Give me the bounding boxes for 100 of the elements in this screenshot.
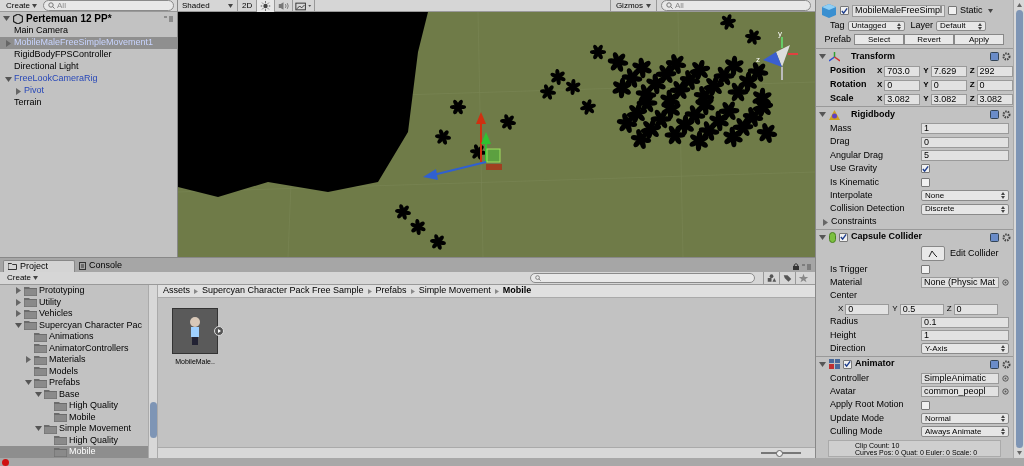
gizmos-dropdown[interactable]: Gizmos xyxy=(609,0,657,12)
triangle-down-icon[interactable] xyxy=(819,111,826,118)
hierarchy-item[interactable]: Main Camera xyxy=(0,25,177,37)
triangle-down-icon[interactable] xyxy=(15,321,22,329)
text-field[interactable]: 3.082 xyxy=(884,93,921,105)
scene-view-drawing[interactable]: y z xyxy=(178,12,815,257)
folder-item[interactable]: Prototyping xyxy=(0,285,148,297)
text-field[interactable]: 7.629 xyxy=(930,65,967,77)
dropdown[interactable]: Normal xyxy=(921,413,1009,425)
triangle-down-icon[interactable] xyxy=(819,360,826,368)
settings-icon[interactable] xyxy=(1002,359,1011,369)
triangle-down-icon[interactable] xyxy=(35,390,42,398)
scroll-down-arrow-icon[interactable] xyxy=(1016,451,1022,455)
scrollbar[interactable] xyxy=(148,285,158,458)
breadcrumb-link[interactable]: Mobile xyxy=(502,285,532,298)
text-field[interactable]: 0.5 xyxy=(899,303,944,315)
text-field[interactable]: 292 xyxy=(976,65,1013,77)
text-field[interactable]: 0 xyxy=(845,303,890,315)
layer-dropdown[interactable]: Default xyxy=(936,21,987,31)
folder-item[interactable]: Base xyxy=(0,388,148,400)
text-field[interactable]: 0 xyxy=(976,79,1013,91)
breadcrumb-link[interactable]: Assets xyxy=(163,285,190,298)
checkbox[interactable] xyxy=(921,400,930,410)
panel-tab[interactable]: Project xyxy=(3,260,75,272)
play-icon[interactable] xyxy=(214,326,224,336)
zoom-slider[interactable] xyxy=(761,449,801,457)
breadcrumb-link[interactable]: Prefabs xyxy=(375,285,407,298)
static-checkbox[interactable] xyxy=(948,6,957,15)
object-field[interactable]: SimpleAnimatic xyxy=(921,372,999,384)
hierarchy-item[interactable]: Terrain xyxy=(0,97,177,109)
settings-icon[interactable] xyxy=(1002,52,1011,61)
create-dropdown[interactable]: Create xyxy=(4,273,41,283)
text-field[interactable]: 0 xyxy=(953,303,998,315)
slider-thumb[interactable] xyxy=(775,449,783,457)
triangle-right-icon[interactable] xyxy=(822,218,829,226)
enable-checkbox[interactable] xyxy=(843,359,852,369)
object-picker-icon[interactable] xyxy=(1002,279,1009,287)
triangle-down-icon[interactable] xyxy=(819,53,826,60)
hierarchy-item[interactable]: FreeLookCameraRig xyxy=(0,73,177,85)
scrollbar[interactable] xyxy=(1013,0,1024,458)
sun-icon[interactable] xyxy=(257,0,276,12)
text-field[interactable]: 0 xyxy=(930,79,967,91)
checkbox[interactable] xyxy=(921,164,930,174)
breadcrumb-link[interactable]: Supercyan Character Pack Free Sample xyxy=(202,285,364,298)
text-field[interactable]: 5 xyxy=(921,149,1009,161)
folder-item[interactable]: AnimatorControllers xyxy=(0,342,148,354)
checkbox[interactable] xyxy=(921,264,930,274)
text-field[interactable]: 0 xyxy=(884,79,921,91)
scroll-up-arrow-icon[interactable] xyxy=(1016,3,1022,7)
object-field[interactable]: None (Physic Mat xyxy=(921,277,999,289)
folder-item[interactable]: Simple Movement xyxy=(0,423,148,435)
scene-name[interactable]: Pertemuan 12 PP* xyxy=(26,11,112,26)
dropdown[interactable]: Always Animate xyxy=(921,426,1009,438)
settings-icon[interactable] xyxy=(1002,232,1011,242)
triangle-down-icon[interactable] xyxy=(35,425,42,433)
name-field[interactable]: MobileMaleFreeSimpl xyxy=(852,4,945,17)
dropdown[interactable]: Discrete xyxy=(921,203,1009,215)
text-field[interactable]: 1 xyxy=(921,123,1009,135)
checkbox[interactable] xyxy=(921,177,930,187)
prefab-button[interactable]: Select xyxy=(854,34,904,45)
triangle-right-icon[interactable] xyxy=(15,87,22,95)
image-icon[interactable] xyxy=(293,0,316,12)
folder-item[interactable]: High Quality xyxy=(0,400,148,412)
dropdown[interactable]: Y-Axis xyxy=(921,343,1009,355)
triangle-down-icon[interactable] xyxy=(5,75,12,83)
folder-item[interactable]: Utility xyxy=(0,296,148,308)
text-field[interactable]: 1 xyxy=(921,330,1009,342)
hierarchy-item[interactable]: RigidBodyFPSController xyxy=(0,49,177,61)
text-field[interactable]: 3.082 xyxy=(930,93,967,105)
folder-item[interactable]: Mobile xyxy=(0,411,148,423)
triangle-down-icon[interactable] xyxy=(3,15,10,22)
triangle-down-icon[interactable] xyxy=(819,233,826,241)
star-icon[interactable] xyxy=(795,272,811,284)
object-field[interactable]: common_peopl xyxy=(921,386,999,398)
edit-collider-toggle[interactable] xyxy=(921,246,945,262)
shading-dropdown[interactable]: Shaded xyxy=(178,0,238,12)
search-field[interactable] xyxy=(530,273,755,283)
enable-checkbox[interactable] xyxy=(839,232,848,242)
triangle-right-icon[interactable] xyxy=(15,298,22,306)
breadcrumb-link[interactable]: Simple Movement xyxy=(418,285,491,298)
shapes-filter-icon[interactable] xyxy=(763,272,779,284)
text-field[interactable]: 0.1 xyxy=(921,316,1009,328)
triangle-right-icon[interactable] xyxy=(25,356,32,364)
lock-icon[interactable] xyxy=(793,263,799,270)
folder-item[interactable]: Animations xyxy=(0,331,148,343)
text-field[interactable]: 0 xyxy=(921,136,1009,148)
prefab-button[interactable]: Apply xyxy=(954,34,1004,45)
prefab-button[interactable]: Revert xyxy=(904,34,954,45)
foldout[interactable]: Constraints xyxy=(816,215,877,229)
text-field[interactable]: 3.082 xyxy=(976,93,1013,105)
settings-icon[interactable] xyxy=(1002,110,1011,119)
folder-item[interactable]: Vehicles xyxy=(0,308,148,320)
hierarchy-item[interactable]: Directional Light xyxy=(0,61,177,73)
folder-item[interactable]: Prefabs xyxy=(0,377,148,389)
folder-item[interactable]: Materials xyxy=(0,354,148,366)
folder-item[interactable]: High Quality xyxy=(0,434,148,446)
folder-item[interactable]: Models xyxy=(0,365,148,377)
panel-tab[interactable]: Console xyxy=(75,260,147,272)
text-field[interactable]: 703.0 xyxy=(884,65,921,77)
active-checkbox[interactable] xyxy=(840,6,849,15)
